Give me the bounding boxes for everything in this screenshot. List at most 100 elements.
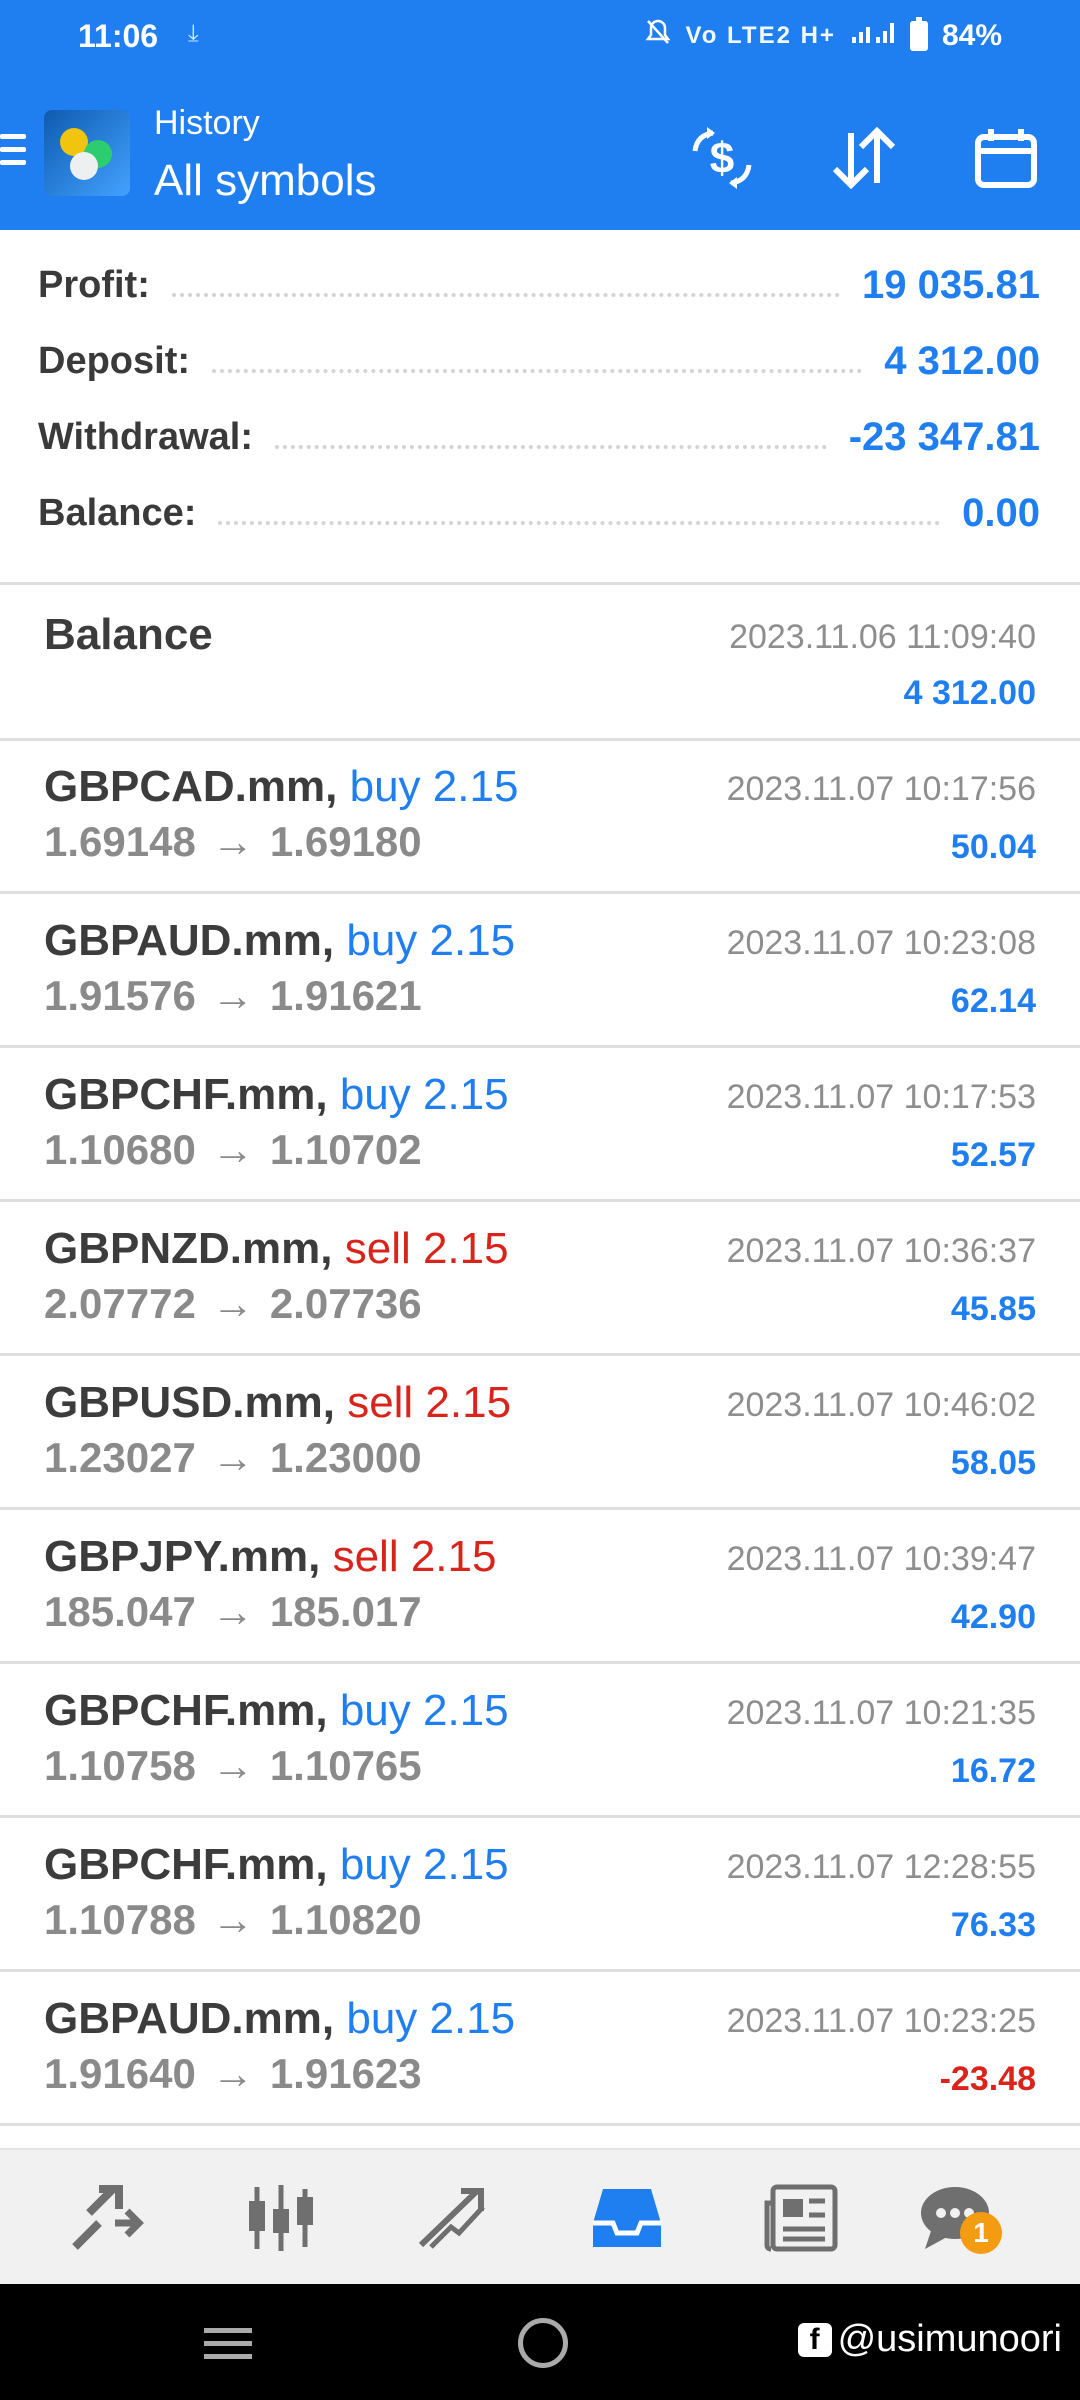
trade-icon: [72, 2185, 144, 2250]
app-logo: [44, 110, 130, 196]
open-price: 1.10788: [44, 1896, 196, 1943]
news-icon: [764, 2184, 838, 2252]
trade-profit: 58.05: [950, 1444, 1036, 1482]
currency-filter-button[interactable]: $: [680, 116, 764, 200]
dotted-leader: [171, 293, 841, 297]
trade-time: 2023.11.07 10:23:25: [726, 2002, 1036, 2040]
trade-symbol: GBPCHF.mm, buy 2.15: [44, 1840, 509, 1889]
trade-time: 2023.11.07 10:36:37: [726, 1232, 1036, 1270]
balance-label: Balance:: [38, 491, 197, 534]
close-price: 1.10820: [269, 1896, 422, 1943]
nav-chat[interactable]: 1: [912, 2180, 1002, 2256]
trade-row[interactable]: GBPNZD.mm, sell 2.15 2.07772 → 2.07736 2023.…: [0, 1202, 1080, 1356]
dollar-exchange-icon: $: [692, 127, 752, 189]
mute-icon: [645, 18, 671, 54]
dotted-leader: [212, 369, 863, 373]
system-navigation-bar: f @usimunoori: [0, 2284, 1080, 2400]
trade-profit: 42.90: [950, 1598, 1036, 1636]
close-price: 1.10765: [269, 1742, 422, 1789]
summary-panel: Profit: 19 035.81 Deposit: 4 312.00 With…: [0, 230, 1080, 582]
dotted-leader: [275, 445, 827, 449]
trade-row[interactable]: GBPCHF.mm, buy 2.15 1.10788 → 1.10820 2023.1…: [0, 1818, 1080, 1972]
trade-prices: 185.047 → 185.017: [44, 1588, 422, 1636]
close-price: 1.91623: [269, 2050, 422, 2097]
profit-label: Profit:: [38, 263, 150, 306]
status-time: 11:06: [78, 18, 159, 54]
nav-trade[interactable]: [64, 2180, 150, 2256]
trade-side: sell 2.15: [344, 1224, 509, 1273]
trade-time: 2023.11.07 10:23:08: [726, 924, 1036, 962]
arrow-icon: →: [211, 1896, 254, 1943]
chat-notification-badge: 1: [960, 2212, 1002, 2254]
open-price: 1.10680: [44, 1126, 196, 1173]
trade-row[interactable]: GBPCHF.mm, buy 2.15 1.10758 → 1.10765 2023.1…: [0, 1664, 1080, 1818]
trade-row[interactable]: GBPCAD.mm, buy 2.15 1.69148 → 1.69180 2023.1…: [0, 740, 1080, 894]
trade-time: 2023.11.07 10:39:47: [726, 1540, 1036, 1578]
symbol-filter[interactable]: All symbols: [154, 156, 377, 206]
arrow-icon: →: [211, 1280, 254, 1327]
arrow-icon: →: [211, 1742, 254, 1789]
recent-apps-button[interactable]: [204, 2328, 252, 2367]
trade-side: sell 2.15: [332, 1532, 497, 1581]
nav-chart[interactable]: [412, 2180, 498, 2256]
trade-prices: 1.69148 → 1.69180: [44, 818, 422, 866]
arrow-icon: →: [211, 1588, 254, 1635]
network-text: Vo LTE2 H+: [685, 22, 836, 49]
trade-side: sell 2.15: [347, 1378, 512, 1427]
trade-profit: 50.04: [950, 828, 1036, 866]
trade-symbol: GBPAUD.mm, buy 2.15: [44, 1994, 516, 2043]
trade-list: GBPCAD.mm, buy 2.15 1.69148 → 1.69180 2023.1…: [0, 740, 1080, 2126]
nav-history[interactable]: [584, 2180, 670, 2256]
trade-row[interactable]: GBPAUD.mm, buy 2.15 1.91640 → 1.91623 2023.1…: [0, 1972, 1080, 2126]
trade-time: 2023.11.07 10:17:56: [726, 770, 1036, 808]
trade-prices: 1.10680 → 1.10702: [44, 1126, 422, 1174]
trade-profit: -23.48: [939, 2060, 1036, 2098]
profit-value: 19 035.81: [862, 262, 1040, 307]
trade-prices: 1.91640 → 1.91623: [44, 2050, 422, 2098]
trade-profit: 52.57: [950, 1136, 1036, 1174]
arrow-icon: →: [211, 2050, 254, 2097]
calendar-button[interactable]: [964, 116, 1048, 200]
watermark-text: @usimunoori: [837, 2318, 1062, 2360]
trade-symbol: GBPUSD.mm, sell 2.15: [44, 1378, 512, 1427]
close-price: 1.10702: [269, 1126, 422, 1173]
menu-icon[interactable]: [0, 134, 26, 168]
page-title: History: [154, 104, 260, 142]
balance-deal-row[interactable]: Balance 2023.11.06 11:09:40 4 312.00: [0, 584, 1080, 740]
history-inbox-icon: [593, 2189, 661, 2247]
trade-side: buy 2.15: [346, 1994, 516, 2043]
trade-row[interactable]: GBPAUD.mm, buy 2.15 1.91576 → 1.91621 2023.1…: [0, 894, 1080, 1048]
sort-button[interactable]: [822, 116, 906, 200]
trade-time: 2023.11.07 10:17:53: [726, 1078, 1036, 1116]
trade-row[interactable]: GBPJPY.mm, sell 2.15 185.047 → 185.017 2023.…: [0, 1510, 1080, 1664]
nav-quotes[interactable]: [238, 2180, 324, 2256]
home-button[interactable]: [518, 2318, 568, 2368]
close-price: 185.017: [269, 1588, 422, 1635]
withdrawal-value: -23 347.81: [848, 414, 1040, 459]
watermark: f @usimunoori: [797, 2318, 1062, 2361]
status-bar: 11:06 ⤓ Vo LTE2 H+ 84%: [0, 0, 1080, 76]
nav-news[interactable]: [758, 2180, 844, 2256]
open-price: 185.047: [44, 1588, 196, 1635]
trade-profit: 62.14: [950, 982, 1036, 1020]
deposit-label: Deposit:: [38, 339, 190, 382]
close-price: 1.23000: [269, 1434, 422, 1481]
trade-prices: 1.91576 → 1.91621: [44, 972, 422, 1020]
trade-row[interactable]: GBPCHF.mm, buy 2.15 1.10680 → 1.10702 2023.1…: [0, 1048, 1080, 1202]
trade-time: 2023.11.07 10:46:02: [726, 1386, 1036, 1424]
balance-deal-time: 2023.11.06 11:09:40: [729, 618, 1036, 656]
signal-icon: [850, 19, 896, 53]
arrow-icon: →: [211, 1434, 254, 1481]
deposit-row: Deposit: 4 312.00: [38, 326, 1040, 396]
balance-deal-title: Balance: [44, 610, 213, 659]
open-price: 1.23027: [44, 1434, 196, 1481]
battery-percent: 84%: [941, 19, 1002, 52]
open-price: 2.07772: [44, 1280, 196, 1327]
open-price: 1.91576: [44, 972, 196, 1019]
calendar-icon: [975, 129, 1037, 188]
trade-row[interactable]: GBPUSD.mm, sell 2.15 1.23027 → 1.23000 2023.…: [0, 1356, 1080, 1510]
trade-profit: 45.85: [950, 1290, 1036, 1328]
trade-symbol: GBPCHF.mm, buy 2.15: [44, 1686, 509, 1735]
arrow-icon: →: [211, 818, 254, 865]
trade-side: buy 2.15: [339, 1070, 509, 1119]
